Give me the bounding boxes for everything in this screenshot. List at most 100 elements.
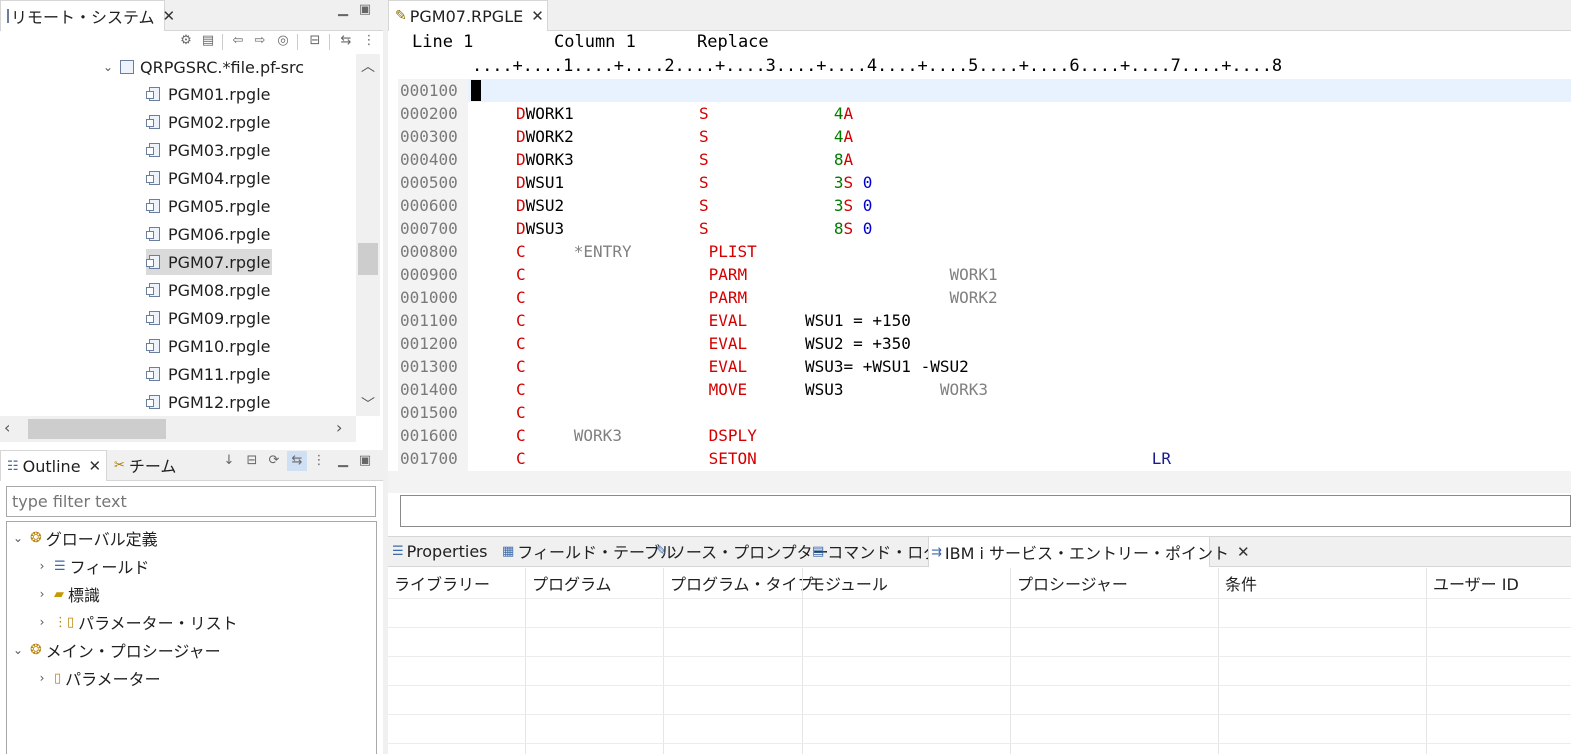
tree-item-pgm03-rpgle[interactable]: PGM03.rpgle: [146, 137, 272, 163]
tab-pgm07-editor[interactable]: ✎ PGM07.RPGLE ✕: [388, 0, 548, 31]
editor-command-input[interactable]: [400, 495, 1571, 527]
code-line[interactable]: 001000 C PARM WORK2: [400, 286, 998, 309]
chevron-right-icon[interactable]: ›: [34, 671, 50, 685]
minimize-icon[interactable]: ▁: [333, 451, 353, 471]
code-line[interactable]: 001300 C EVAL WSU3= +WSU1 -WSU2: [400, 355, 969, 378]
outline-filter-input[interactable]: [6, 486, 376, 517]
column-header[interactable]: モジュール: [803, 568, 888, 598]
code-line[interactable]: 000100: [400, 79, 468, 102]
column-header[interactable]: プログラム: [526, 568, 612, 598]
code-line[interactable]: 001700 C SETON LR: [400, 447, 1171, 470]
code-line[interactable]: 000900 C PARM WORK1: [400, 263, 998, 286]
outline-parameters[interactable]: › ▯ パラメーター: [34, 664, 161, 692]
column-header[interactable]: ユーザー ID: [1427, 568, 1519, 598]
column-header[interactable]: プログラム・タイプ: [664, 568, 814, 598]
code-line[interactable]: 000300 DWORK2 S 4A: [400, 125, 853, 148]
outline-global-definitions[interactable]: ⌄ ❂ グローバル定義: [10, 524, 158, 552]
remote-tree-hscroll-thumb[interactable]: [28, 419, 166, 439]
member-file-icon: [146, 254, 162, 270]
tab-bottom-1[interactable]: ▦ フィールド・テーブル: [500, 536, 676, 566]
tab-remote-systems[interactable]: リモート・システム ✕: [0, 0, 175, 31]
tab-bottom-0[interactable]: ☰ Properties: [390, 536, 494, 566]
chevron-right-icon[interactable]: ›: [34, 615, 50, 629]
tree-item-pgm08-rpgle[interactable]: PGM08.rpgle: [146, 277, 272, 303]
refresh-icon[interactable]: ⟳: [264, 451, 284, 471]
maximize-icon[interactable]: ▣: [355, 451, 375, 471]
tab-bottom-2[interactable]: ✎ ソース・プロンプター: [654, 536, 829, 566]
maximize-icon[interactable]: ▣: [355, 0, 375, 20]
chevron-right-icon[interactable]: ›: [34, 587, 50, 601]
link-with-editor-icon[interactable]: ⇆: [336, 31, 356, 51]
outline-parameter-list[interactable]: › ⋮▯ パラメーター・リスト: [34, 608, 238, 636]
tree-item-pgm02-rpgle[interactable]: PGM02.rpgle: [146, 109, 272, 135]
back-icon[interactable]: ⇦: [228, 31, 248, 51]
outline-main-procedure[interactable]: ⌄ ❂ メイン・プロシージャー: [10, 636, 221, 664]
tree-item-label: PGM11.rpgle: [168, 364, 271, 384]
tree-item-pgm01-rpgle[interactable]: PGM01.rpgle: [146, 81, 272, 107]
code-line[interactable]: 001500 C: [400, 401, 526, 424]
sort-az-icon[interactable]: ↓: [219, 451, 239, 471]
tree-item-pgm11-rpgle[interactable]: PGM11.rpgle: [146, 361, 272, 387]
column-header[interactable]: ライブラリー: [388, 568, 490, 598]
scroll-down-icon[interactable]: ﹀: [356, 394, 380, 414]
tab-outline[interactable]: ☷ Outline ✕: [0, 450, 107, 481]
forward-icon[interactable]: ⇨: [250, 31, 270, 51]
column-header[interactable]: プロシージャー: [1011, 568, 1128, 598]
code-token: D: [515, 173, 526, 192]
code-token: SETON: [708, 449, 757, 468]
code-line[interactable]: 000400 DWORK3 S 8A: [400, 148, 853, 171]
tree-item-label: PGM06.rpgle: [168, 224, 271, 244]
chevron-right-icon[interactable]: ›: [34, 559, 50, 573]
code-line[interactable]: 001200 C EVAL WSU2 = +350: [400, 332, 911, 355]
code-token: C: [515, 334, 526, 353]
outline-fields[interactable]: › ☰ フィールド: [34, 552, 150, 580]
tree-folder-qrpgsrc[interactable]: ⌄ QRPGSRC.*file.pf-src: [100, 54, 304, 80]
remote-tree-vscrollbar[interactable]: [356, 54, 380, 416]
tab-team[interactable]: ✂ チーム: [108, 450, 176, 480]
scroll-up-icon[interactable]: ︿: [356, 56, 380, 76]
code-line[interactable]: 001600 C WORK3 DSPLY: [400, 424, 757, 447]
close-icon[interactable]: ✕: [163, 7, 176, 25]
chevron-down-icon[interactable]: ⌄: [10, 643, 26, 657]
collapse-all-icon[interactable]: ⊟: [305, 31, 325, 51]
close-icon[interactable]: ✕: [1237, 543, 1250, 561]
filter-pool-icon[interactable]: ▤: [198, 31, 218, 51]
chevron-down-icon[interactable]: ⌄: [100, 60, 116, 74]
scroll-right-icon[interactable]: ›: [336, 418, 356, 440]
tree-item-pgm06-rpgle[interactable]: PGM06.rpgle: [146, 221, 272, 247]
tree-item-pgm12-rpgle[interactable]: PGM12.rpgle: [146, 389, 272, 415]
collapse-all-icon[interactable]: ⊟: [242, 451, 262, 471]
tree-item-pgm04-rpgle[interactable]: PGM04.rpgle: [146, 165, 272, 191]
tab-bottom-4[interactable]: ⇉ IBM i サービス・エントリー・ポイント ✕: [928, 536, 1250, 567]
link-with-editor-icon[interactable]: ⇆: [287, 451, 307, 471]
scroll-left-icon[interactable]: ‹: [4, 418, 24, 440]
code-line[interactable]: 000800 C *ENTRY PLIST: [400, 240, 757, 263]
view-menu-icon[interactable]: ⋮: [309, 451, 329, 471]
tree-item-pgm10-rpgle[interactable]: PGM10.rpgle: [146, 333, 272, 359]
code-line[interactable]: 000700 DWSU3 S 8S 0: [400, 217, 872, 240]
code-line[interactable]: 000600 DWSU2 S 3S 0: [400, 194, 872, 217]
view-menu-icon[interactable]: ⋮: [359, 31, 379, 51]
tree-item-pgm07-rpgle[interactable]: PGM07.rpgle: [146, 249, 273, 275]
sequence-number: 001400: [400, 380, 458, 399]
home-icon[interactable]: ◎: [273, 31, 293, 51]
column-header[interactable]: 条件: [1219, 568, 1257, 598]
close-icon[interactable]: ✕: [89, 457, 102, 475]
tab-bottom-3[interactable]: ▤ コマンド・ログ: [810, 536, 939, 566]
code-line[interactable]: 001100 C EVAL WSU1 = +150: [400, 309, 911, 332]
code-line[interactable]: 000500 DWSU1 S 3S 0: [400, 171, 872, 194]
chevron-down-icon[interactable]: ⌄: [10, 531, 26, 545]
tree-item-pgm05-rpgle[interactable]: PGM05.rpgle: [146, 193, 272, 219]
code-line[interactable]: 000200 DWORK1 S 4A: [400, 102, 853, 125]
remote-tree-vscroll-thumb[interactable]: [358, 243, 378, 275]
new-connection-icon[interactable]: ⚙: [176, 31, 196, 51]
panel-divider: [383, 0, 388, 754]
minimize-icon[interactable]: ▁: [333, 0, 353, 20]
outline-indicators[interactable]: › ▰ 標識: [34, 580, 100, 608]
close-icon[interactable]: ✕: [531, 7, 544, 25]
tree-item-pgm09-rpgle[interactable]: PGM09.rpgle: [146, 305, 272, 331]
code-line[interactable]: 001400 C MOVE WSU3 WORK3: [400, 378, 988, 401]
